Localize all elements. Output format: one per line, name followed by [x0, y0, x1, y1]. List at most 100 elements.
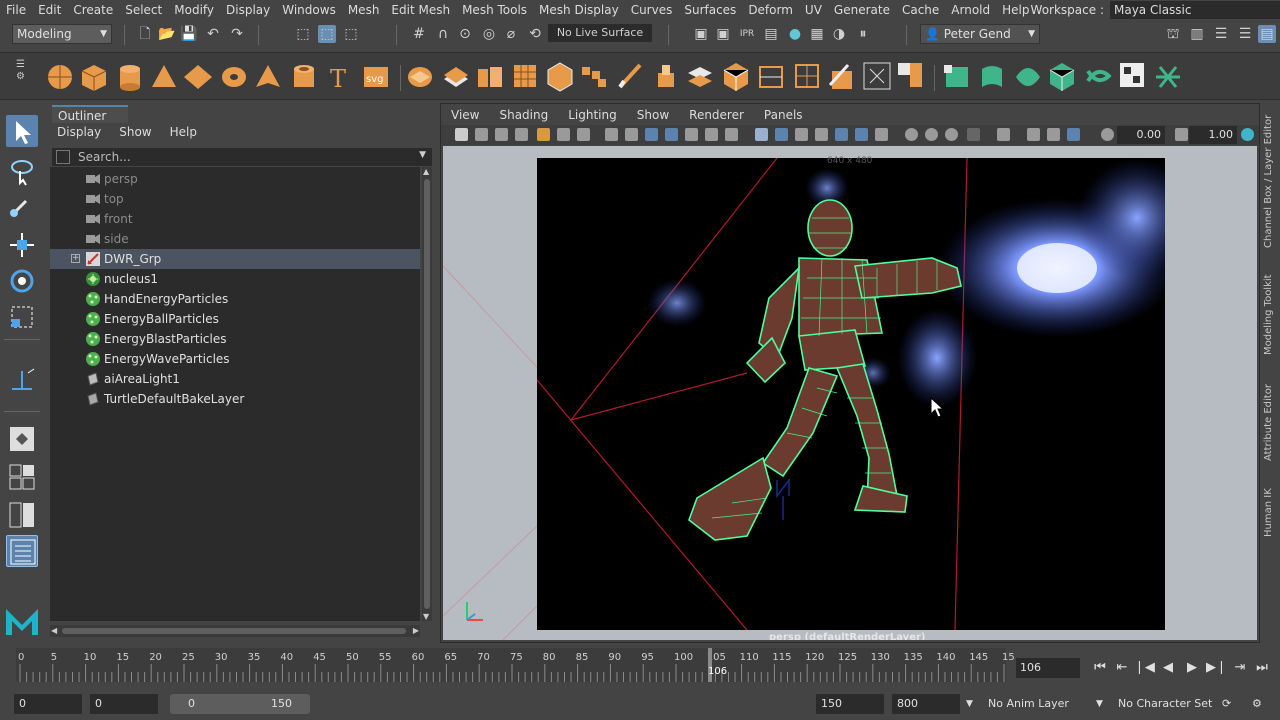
outliner-item-handenergyparticles[interactable]: HandEnergyParticles: [50, 289, 420, 309]
step-back-key-icon[interactable]: ⇤: [1112, 658, 1132, 678]
menu-mesh-tools[interactable]: Mesh Tools: [456, 3, 533, 17]
color-management-icon[interactable]: [1241, 128, 1254, 141]
multisample-aa-icon[interactable]: [925, 128, 938, 141]
range-slider[interactable]: 0 150: [170, 694, 310, 714]
backface-culling-icon[interactable]: [1047, 128, 1060, 141]
bookmarks-icon[interactable]: [495, 128, 508, 141]
motion-blur-icon[interactable]: [905, 128, 918, 141]
preferences-icon[interactable]: ⚙: [1252, 694, 1262, 714]
expand-icon[interactable]: +: [71, 254, 80, 263]
new-scene-icon[interactable]: 🗋: [136, 25, 154, 43]
menu-uv[interactable]: UV: [799, 3, 828, 17]
search-input[interactable]: [78, 148, 398, 166]
scroll-right-icon[interactable]: ▶: [413, 625, 419, 637]
last-tool-used[interactable]: [6, 365, 38, 397]
exposure-icon[interactable]: [1101, 128, 1114, 141]
gamma-icon[interactable]: [1175, 128, 1188, 141]
animation-end-field[interactable]: 800: [892, 694, 960, 714]
select-hierarchy-icon[interactable]: ⬚: [294, 25, 312, 43]
shelf-menu-icon[interactable]: ☰ ⚙: [16, 59, 30, 95]
gamma-field[interactable]: 1.00: [1189, 126, 1237, 144]
persp-outliner-layout[interactable]: [6, 499, 38, 531]
menu-set-dropdown[interactable]: Modeling ▼: [12, 24, 112, 44]
render-frame-icon[interactable]: ▣: [714, 25, 732, 43]
scrollbar-thumb[interactable]: [424, 179, 430, 609]
viewport-menu-lighting[interactable]: Lighting: [558, 106, 627, 124]
lasso-tool[interactable]: [6, 155, 38, 187]
xray-active-components-icon[interactable]: [1067, 128, 1080, 141]
outliner-item-top[interactable]: top: [50, 189, 420, 209]
chevron-down-icon[interactable]: ▼: [1096, 694, 1103, 714]
character-set-dropdown[interactable]: No Character Set: [1118, 694, 1212, 714]
wireframe-on-shaded-icon[interactable]: [795, 128, 808, 141]
textured-icon[interactable]: [815, 128, 828, 141]
outliner-horizontal-scrollbar[interactable]: ◀ ▶: [50, 625, 420, 637]
menu-surfaces[interactable]: Surfaces: [678, 3, 742, 17]
gate-mask-icon[interactable]: [665, 128, 678, 141]
human-ik-tab[interactable]: Human IK: [1263, 483, 1279, 543]
playback-end-field[interactable]: 150: [816, 694, 884, 714]
attribute-editor-toggle-icon[interactable]: ▥: [1188, 25, 1206, 43]
isolate-select-icon[interactable]: [967, 128, 980, 141]
menu-edit-mesh[interactable]: Edit Mesh: [385, 3, 456, 17]
use-all-lights-icon[interactable]: [835, 128, 848, 141]
rotate-tool[interactable]: [6, 265, 38, 297]
open-scene-icon[interactable]: 📂: [158, 25, 176, 43]
xray-joints-icon[interactable]: [1027, 128, 1040, 141]
go-to-start-icon[interactable]: ⏮: [1090, 658, 1110, 678]
playback-start-field[interactable]: 0: [90, 694, 158, 714]
snap-grid-icon[interactable]: #: [410, 25, 428, 43]
scroll-down-icon[interactable]: ▼: [423, 612, 429, 621]
menu-curves[interactable]: Curves: [625, 3, 679, 17]
viewport-menu-panels[interactable]: Panels: [754, 106, 813, 124]
save-scene-icon[interactable]: 💾: [180, 25, 198, 43]
grease-pencil-icon[interactable]: [557, 128, 570, 141]
outliner-item-persp[interactable]: persp: [50, 169, 420, 189]
four-view-layout[interactable]: [6, 461, 38, 493]
modeling-toolkit-toggle-icon[interactable]: ⛫: [1164, 25, 1182, 43]
2d-pan-zoom-icon[interactable]: [537, 128, 550, 141]
move-tool[interactable]: [6, 229, 38, 261]
viewport-menu-view[interactable]: View: [441, 106, 489, 124]
outliner-item-energyblastparticles[interactable]: EnergyBlastParticles: [50, 329, 420, 349]
play-backwards-icon[interactable]: ◀: [1158, 658, 1178, 678]
menu-modify[interactable]: Modify: [168, 3, 220, 17]
snap-view-icon[interactable]: ◎: [480, 25, 498, 43]
depth-of-field-icon[interactable]: [945, 128, 958, 141]
arnold-ipr-icon[interactable]: ◑: [830, 25, 848, 43]
outliner-vertical-scrollbar[interactable]: ▲ ▼: [422, 167, 432, 621]
grid-icon[interactable]: [605, 128, 618, 141]
anim-layer-dropdown[interactable]: No Anim Layer: [988, 694, 1069, 714]
snap-curve-icon[interactable]: ∩: [434, 25, 452, 43]
image-plane-icon[interactable]: [515, 128, 528, 141]
menu-deform[interactable]: Deform: [742, 3, 799, 17]
tool-settings-toggle-icon[interactable]: ☰: [1212, 25, 1230, 43]
scroll-up-icon[interactable]: ▲: [423, 167, 429, 176]
render-settings-icon[interactable]: ▤: [762, 25, 780, 43]
user-account-dropdown[interactable]: 👤 Peter Gend ▼: [920, 24, 1040, 44]
select-component-icon[interactable]: ⬚: [342, 25, 360, 43]
make-live-icon[interactable]: ⟲: [526, 25, 544, 43]
menu-windows[interactable]: Windows: [276, 3, 342, 17]
viewport-menu-show[interactable]: Show: [627, 106, 679, 124]
menu-arnold[interactable]: Arnold: [945, 3, 996, 17]
menu-file[interactable]: File: [0, 3, 32, 17]
menu-create[interactable]: Create: [67, 3, 119, 17]
snap-point-icon[interactable]: ⊙: [456, 25, 474, 43]
outliner-toggle-icon[interactable]: ▤: [1258, 25, 1276, 43]
channel-box-toggle-icon[interactable]: ☰: [1236, 25, 1254, 43]
outliner-item-energyballparticles[interactable]: EnergyBallParticles: [50, 309, 420, 329]
scroll-left-icon[interactable]: ◀: [51, 625, 57, 637]
arnold-render-icon[interactable]: ▦: [808, 25, 826, 43]
outliner-item-side[interactable]: side: [50, 229, 420, 249]
viewport-menu-renderer[interactable]: Renderer: [679, 106, 754, 124]
screen-space-ao-icon[interactable]: [875, 128, 888, 141]
smooth-shade-icon[interactable]: [775, 128, 788, 141]
modeling-toolkit-tab[interactable]: Modeling Toolkit: [1263, 269, 1279, 361]
workspace-dropdown[interactable]: Maya Classic: [1110, 1, 1280, 19]
timeline[interactable]: 0 5 10 15 20 25 30 35 40 45 50 55 60 65 70 75 80 85 90 95 10…: [16, 648, 1015, 682]
safe-title-icon[interactable]: [725, 128, 738, 141]
outliner-tab[interactable]: Outliner: [52, 105, 128, 123]
step-forward-key-icon[interactable]: ⇥: [1230, 658, 1250, 678]
menu-edit[interactable]: Edit: [32, 3, 67, 17]
